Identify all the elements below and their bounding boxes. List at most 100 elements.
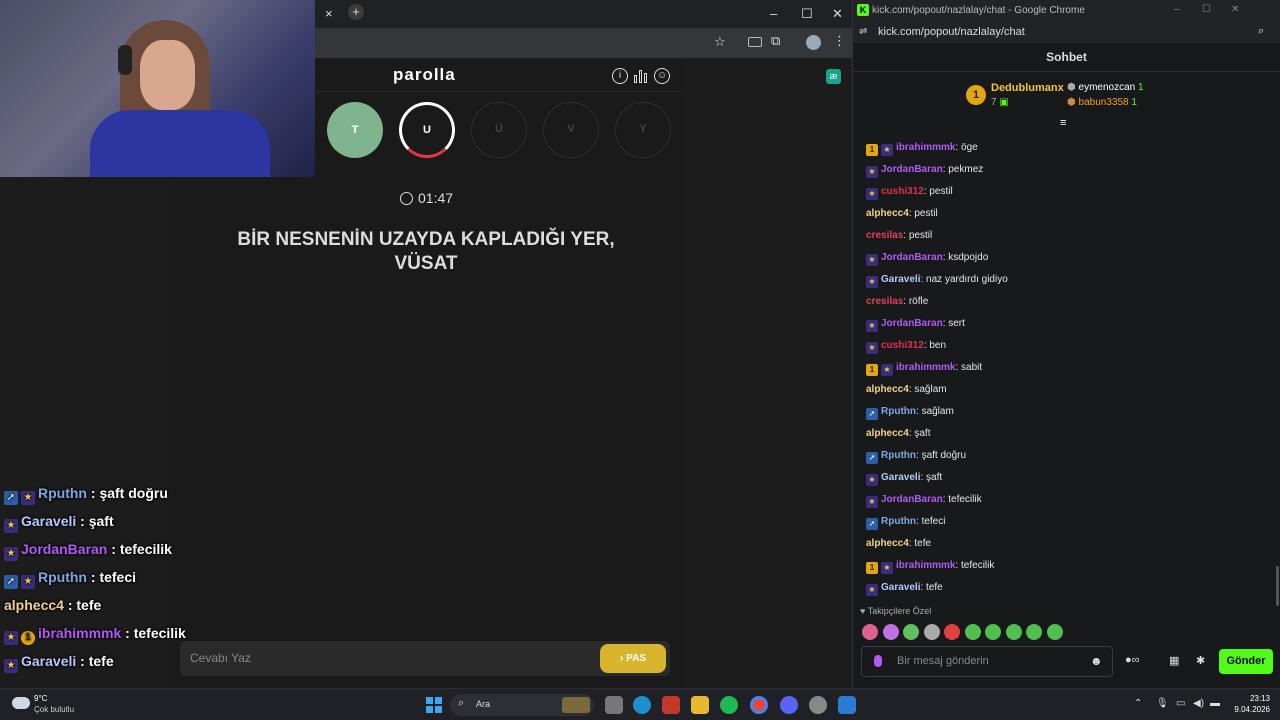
chat-username[interactable]: alphecc4 bbox=[866, 538, 909, 549]
gift-icon[interactable]: ▦ bbox=[1169, 654, 1179, 667]
emote-icon[interactable] bbox=[882, 624, 899, 640]
puzzle-icon[interactable]: ⧉ bbox=[771, 33, 780, 49]
chat-username[interactable]: cresilas bbox=[866, 230, 903, 241]
chat-username[interactable]: Garaveli bbox=[881, 274, 920, 285]
chat-text: sağlam bbox=[921, 406, 954, 417]
clock-time[interactable]: 23:13 bbox=[1240, 694, 1270, 703]
network-icon[interactable]: ▭ bbox=[1176, 698, 1185, 709]
zoom-icon[interactable]: ⌕ bbox=[1258, 25, 1264, 38]
taskbar-search[interactable]: ⌕ Ara bbox=[450, 694, 594, 716]
profile-avatar[interactable] bbox=[806, 35, 821, 50]
chat-username[interactable]: Rputhn bbox=[881, 406, 916, 417]
chat-username[interactable]: Garaveli bbox=[881, 472, 920, 483]
star-badge-icon: ★ bbox=[866, 474, 878, 486]
edge-icon[interactable] bbox=[633, 696, 651, 714]
letter-t: T bbox=[327, 102, 383, 158]
chat-username[interactable]: JordanBaran bbox=[881, 252, 943, 263]
emote-icon[interactable] bbox=[923, 624, 940, 640]
chat-address-bar[interactable]: ⇌ kick.com/popout/nazlalay/chat ⌕ bbox=[853, 21, 1280, 43]
chat-input-field[interactable]: Bir mesaj gönderin ☻ bbox=[861, 646, 1113, 677]
battery-icon[interactable]: ▬ bbox=[1210, 698, 1220, 709]
heart-icon: ♥ bbox=[860, 606, 868, 616]
gifter-3[interactable]: ⬢ babun3358 1 bbox=[1067, 97, 1137, 108]
minimize-button[interactable]: – bbox=[770, 6, 777, 21]
chat-username[interactable]: cushi312 bbox=[881, 186, 924, 197]
answer-placeholder[interactable]: Cevabı Yaz bbox=[190, 651, 251, 665]
task-view-icon[interactable] bbox=[605, 696, 623, 714]
send-button[interactable]: Gönder bbox=[1219, 649, 1273, 674]
emote-icon[interactable] bbox=[903, 624, 919, 640]
chat-username[interactable]: JordanBaran bbox=[881, 318, 943, 329]
emote-icon[interactable] bbox=[1046, 624, 1063, 640]
stats-icon[interactable] bbox=[633, 68, 649, 84]
chat-username[interactable]: alphecc4 bbox=[866, 208, 909, 219]
chat-minimize-button[interactable]: – bbox=[1174, 4, 1180, 15]
clock-date[interactable]: 9.04.2026 bbox=[1226, 705, 1270, 714]
emote-icon[interactable] bbox=[1026, 624, 1042, 640]
chat-scrollbar[interactable] bbox=[1276, 566, 1279, 606]
expand-leaderboard-icon[interactable]: ≡ bbox=[1060, 117, 1066, 129]
chat-username[interactable]: ibrahimmmk bbox=[896, 142, 955, 153]
browser-address-bar[interactable]: ☆ ⧉ ⋮ bbox=[315, 28, 852, 58]
new-tab-button[interactable]: + bbox=[348, 4, 364, 20]
pass-button[interactable]: › PAS bbox=[600, 644, 666, 673]
tab-close-icon[interactable]: × bbox=[325, 6, 333, 21]
chat-username[interactable]: cresilas bbox=[866, 296, 903, 307]
overlay-separator: : bbox=[86, 485, 100, 501]
close-window-button[interactable]: ✕ bbox=[832, 6, 843, 22]
cooldown-icon[interactable]: ●∞ bbox=[1125, 654, 1140, 666]
top-gifter-name[interactable]: Dedublumanx bbox=[991, 82, 1064, 94]
emote-icon[interactable] bbox=[1005, 624, 1022, 640]
chat-username[interactable]: alphecc4 bbox=[866, 428, 909, 439]
chat-username[interactable]: cushi312 bbox=[881, 340, 924, 351]
chat-maximize-button[interactable]: ☐ bbox=[1202, 4, 1211, 15]
star-badge-icon: ★ bbox=[866, 320, 878, 332]
rank-badge-icon: ⬢ bbox=[1067, 82, 1079, 93]
volume-icon[interactable]: ◀) bbox=[1193, 698, 1204, 709]
chrome-icon[interactable] bbox=[750, 696, 768, 714]
star-badge-icon: ★ bbox=[866, 342, 878, 354]
settings-gear-icon[interactable]: ✱ bbox=[1196, 654, 1205, 667]
translate-icon[interactable]: æ bbox=[826, 69, 841, 84]
emote-icon[interactable] bbox=[862, 624, 878, 640]
maximize-button[interactable]: ☐ bbox=[801, 6, 813, 22]
search-highlight-image bbox=[562, 697, 590, 713]
chat-username[interactable]: JordanBaran bbox=[881, 494, 943, 505]
emote-icon[interactable] bbox=[985, 624, 1001, 640]
extension-icon[interactable] bbox=[748, 37, 762, 47]
emote-icon[interactable] bbox=[964, 624, 981, 640]
app-arrow-icon[interactable] bbox=[838, 696, 856, 714]
file-explorer-icon[interactable] bbox=[691, 696, 709, 714]
chat-username[interactable]: alphecc4 bbox=[866, 384, 909, 395]
chat-titlebar: K kick.com/popout/nazlalay/chat - Google… bbox=[853, 0, 1280, 21]
bookmark-star-icon[interactable]: ☆ bbox=[714, 34, 726, 50]
chat-username[interactable]: ibrahimmmk bbox=[896, 560, 955, 571]
chat-message: ➚ Rputhn: sağlam bbox=[866, 404, 954, 420]
chat-username[interactable]: ibrahimmmk bbox=[896, 362, 955, 373]
user-icon[interactable]: ☺ bbox=[654, 68, 670, 84]
mic-icon[interactable] bbox=[874, 655, 882, 667]
gifter-2[interactable]: ⬢ eymenozcan 1 bbox=[1067, 82, 1144, 93]
site-settings-icon[interactable]: ⇌ bbox=[859, 26, 867, 37]
weather-temp[interactable]: 9°C bbox=[34, 694, 47, 703]
emote-icon[interactable] bbox=[944, 624, 960, 640]
chat-username[interactable]: JordanBaran bbox=[881, 164, 943, 175]
chat-input-placeholder[interactable]: Bir mesaj gönderin bbox=[897, 655, 989, 667]
microphone-icon[interactable]: 🎙 bbox=[1156, 698, 1169, 709]
obs-icon[interactable] bbox=[809, 696, 827, 714]
app-p-icon[interactable] bbox=[662, 696, 680, 714]
windows-start-icon[interactable] bbox=[426, 697, 442, 713]
answer-field[interactable] bbox=[180, 641, 670, 676]
spotify-icon[interactable] bbox=[720, 696, 738, 714]
info-icon[interactable]: i bbox=[612, 68, 628, 84]
discord-icon[interactable] bbox=[780, 696, 798, 714]
chat-username[interactable]: Rputhn bbox=[881, 450, 916, 461]
emoji-icon[interactable]: ☻ bbox=[1090, 654, 1103, 668]
overlay-message: tefe bbox=[76, 597, 102, 613]
chat-close-button[interactable]: ✕ bbox=[1231, 4, 1239, 15]
tray-chevron-up-icon[interactable]: ⌃ bbox=[1134, 698, 1142, 709]
weather-desc[interactable]: Çok bulutlu bbox=[34, 705, 74, 714]
chat-username[interactable]: Rputhn bbox=[881, 516, 916, 527]
chat-username[interactable]: Garaveli bbox=[881, 582, 920, 593]
menu-icon[interactable]: ⋮ bbox=[833, 33, 846, 49]
